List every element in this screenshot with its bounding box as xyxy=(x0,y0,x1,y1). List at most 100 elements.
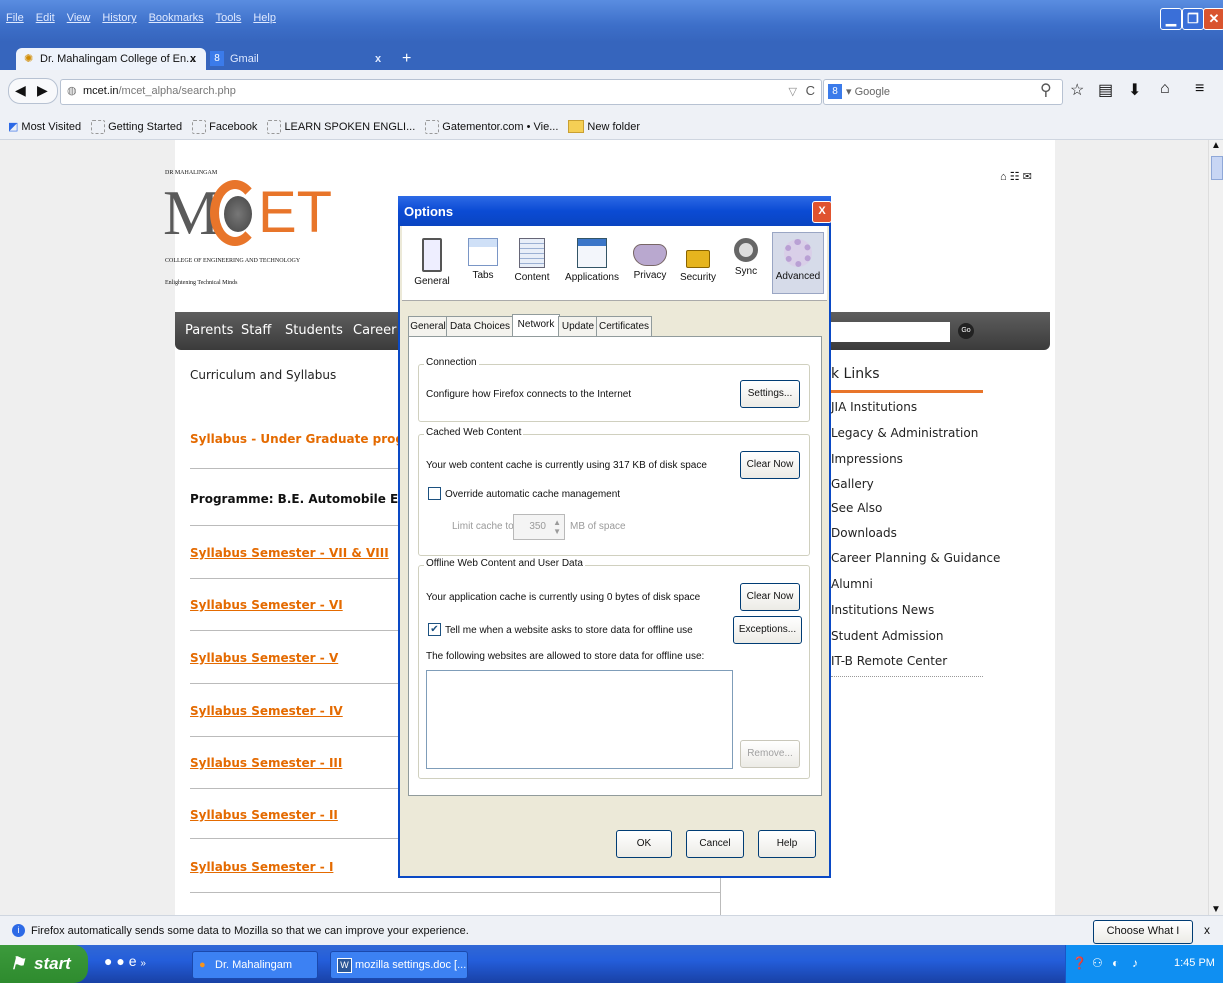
tell-me-checkbox[interactable]: ✔ xyxy=(428,623,441,636)
clear-offline-button[interactable]: Clear Now xyxy=(740,583,800,611)
page-scrollbar[interactable]: ▲ ▼ xyxy=(1208,140,1223,915)
choose-what-i-share-button[interactable]: Choose What I Share xyxy=(1093,920,1193,958)
quick-link[interactable]: Alumni xyxy=(831,577,873,591)
cache-size-spinner[interactable]: 350 ▲ ▼ xyxy=(513,514,565,540)
ok-button[interactable]: OK xyxy=(616,830,672,858)
url-bar[interactable]: ◍ mcet.in/mcet_alpha/search.php ▽ C xyxy=(60,79,822,105)
scroll-up-icon[interactable]: ▲ xyxy=(1211,140,1221,151)
antivirus-tray-icon[interactable]: ◐ xyxy=(1112,956,1119,970)
settings-button[interactable]: Settings... xyxy=(740,380,800,408)
reading-list-icon[interactable]: ▤ xyxy=(1098,80,1113,100)
firefox-icon[interactable]: ● xyxy=(116,953,124,969)
scroll-thumb[interactable] xyxy=(1211,156,1223,180)
bookmark-spoken-english[interactable]: LEARN SPOKEN ENGLI... xyxy=(267,119,415,134)
hamburger-menu-icon[interactable]: ≡ xyxy=(1195,80,1204,98)
reload-icon[interactable]: C xyxy=(806,83,815,98)
menu-tools[interactable]: Tools xyxy=(216,12,242,24)
mail-icon[interactable]: ✉ xyxy=(1023,171,1032,183)
allowed-sites-list[interactable] xyxy=(426,670,733,769)
semester-link[interactable]: Syllabus Semester - II xyxy=(190,808,338,822)
forward-arrow-icon[interactable]: ▶ xyxy=(37,82,48,99)
tab-close-icon[interactable]: x xyxy=(190,48,196,70)
menu-edit[interactable]: Edit xyxy=(36,12,55,24)
site-search-input[interactable] xyxy=(830,322,950,342)
notification-close-icon[interactable]: x xyxy=(1204,923,1210,937)
tab-mcet[interactable]: ✺ Dr. Mahalingam College of En... x xyxy=(16,48,206,70)
menu-help[interactable]: Help xyxy=(253,12,276,24)
download-icon[interactable]: ⬇ xyxy=(1128,80,1141,100)
taskbar-item-firefox[interactable]: ● Dr. Mahalingam Colle... xyxy=(192,951,318,997)
exceptions-button[interactable]: Exceptions... xyxy=(733,616,802,644)
spinner-arrows-icon[interactable]: ▲ ▼ xyxy=(553,518,561,536)
chrome-icon[interactable]: ● xyxy=(104,953,112,969)
home-icon[interactable]: ⌂ xyxy=(1160,80,1170,98)
tool-advanced[interactable]: Advanced xyxy=(772,232,824,294)
menu-view[interactable]: View xyxy=(67,12,91,24)
dropdown-triangle-icon[interactable]: ▽ xyxy=(789,85,797,98)
bookmark-facebook[interactable]: Facebook xyxy=(192,119,257,134)
quick-link[interactable]: Gallery xyxy=(831,477,874,491)
clock[interactable]: 1:45 PM xyxy=(1174,957,1215,969)
home-icon[interactable]: ⌂ xyxy=(1000,171,1007,183)
semester-link[interactable]: Syllabus Semester - V xyxy=(190,651,338,665)
start-button[interactable]: ⚑ start xyxy=(0,945,88,983)
tool-applications[interactable]: Applications xyxy=(562,232,622,294)
cancel-button[interactable]: Cancel xyxy=(686,830,744,858)
more-icon[interactable]: » xyxy=(140,958,146,969)
semester-link[interactable]: Syllabus Semester - I xyxy=(190,860,333,874)
sitemap-icon[interactable]: ☷ xyxy=(1010,171,1020,183)
scroll-down-icon[interactable]: ▼ xyxy=(1211,904,1221,915)
menu-history[interactable]: History xyxy=(102,12,136,24)
tab-gmail[interactable]: 8 Gmail x xyxy=(210,48,390,70)
search-icon[interactable]: ⚲ xyxy=(1040,80,1052,100)
subtab-general[interactable]: General xyxy=(408,316,448,338)
search-bar[interactable]: 8 ▾ Google xyxy=(823,79,1063,105)
bookmark-new-folder[interactable]: New folder xyxy=(568,120,640,133)
semester-link[interactable]: Syllabus Semester - VII & VIII xyxy=(190,546,389,560)
nav-students[interactable]: Students xyxy=(285,323,343,338)
clear-cache-button[interactable]: Clear Now xyxy=(740,451,800,479)
tool-sync[interactable]: Sync xyxy=(726,232,766,294)
subtab-data-choices[interactable]: Data Choices xyxy=(446,316,514,338)
taskbar-item-word[interactable]: W mozilla settings.doc [... xyxy=(330,951,468,979)
quick-link[interactable]: Impressions xyxy=(831,452,903,466)
dialog-close-button[interactable]: X xyxy=(812,201,832,223)
menu-file[interactable]: File xyxy=(6,12,24,24)
quick-link[interactable]: Institutions News xyxy=(831,603,934,617)
override-cache-checkbox[interactable] xyxy=(428,487,441,500)
quick-link[interactable]: Downloads xyxy=(831,526,897,540)
tool-security[interactable]: Security xyxy=(676,232,720,294)
minimize-button[interactable]: ▁ xyxy=(1160,8,1182,30)
semester-link[interactable]: Syllabus Semester - III xyxy=(190,756,342,770)
tool-privacy[interactable]: Privacy xyxy=(630,232,670,294)
semester-link[interactable]: Syllabus Semester - VI xyxy=(190,598,343,612)
quick-link[interactable]: Career Planning & Guidance xyxy=(831,551,1000,565)
new-tab-button[interactable]: + xyxy=(402,50,411,68)
quick-link[interactable]: Student Admission xyxy=(831,629,943,643)
bookmark-most-visited[interactable]: ◩ Most Visited xyxy=(8,120,81,134)
tool-content[interactable]: Content xyxy=(510,232,554,294)
nav-staff[interactable]: Staff xyxy=(241,323,271,338)
help-button[interactable]: Help xyxy=(758,830,816,858)
quick-link[interactable]: JIA Institutions xyxy=(831,400,917,414)
subtab-update[interactable]: Update xyxy=(558,316,598,338)
nav-career[interactable]: Career xyxy=(353,323,396,338)
quick-link[interactable]: IT-B Remote Center xyxy=(831,654,947,668)
nav-parents[interactable]: Parents xyxy=(185,323,233,338)
subtab-certificates[interactable]: Certificates xyxy=(596,316,652,338)
bookmark-getting-started[interactable]: Getting Started xyxy=(91,119,182,134)
menu-bookmarks[interactable]: Bookmarks xyxy=(149,12,204,24)
ie-icon[interactable]: e xyxy=(129,953,137,969)
go-button[interactable]: Go xyxy=(958,323,974,339)
back-arrow-icon[interactable]: ◀ xyxy=(15,82,26,99)
semester-link[interactable]: Syllabus Semester - IV xyxy=(190,704,343,718)
star-icon[interactable]: ☆ xyxy=(1070,80,1084,100)
help-tray-icon[interactable]: ❓ xyxy=(1072,956,1087,970)
tool-tabs[interactable]: Tabs xyxy=(465,232,501,294)
tab-close-icon[interactable]: x xyxy=(375,48,381,70)
quick-link[interactable]: See Also xyxy=(831,501,882,515)
bookmark-gatementor[interactable]: Gatementor.com • Vie... xyxy=(425,119,558,134)
quick-link[interactable]: Legacy & Administration xyxy=(831,426,978,440)
restore-button[interactable]: ❐ xyxy=(1182,8,1204,30)
volume-tray-icon[interactable]: ♪ xyxy=(1132,956,1138,970)
